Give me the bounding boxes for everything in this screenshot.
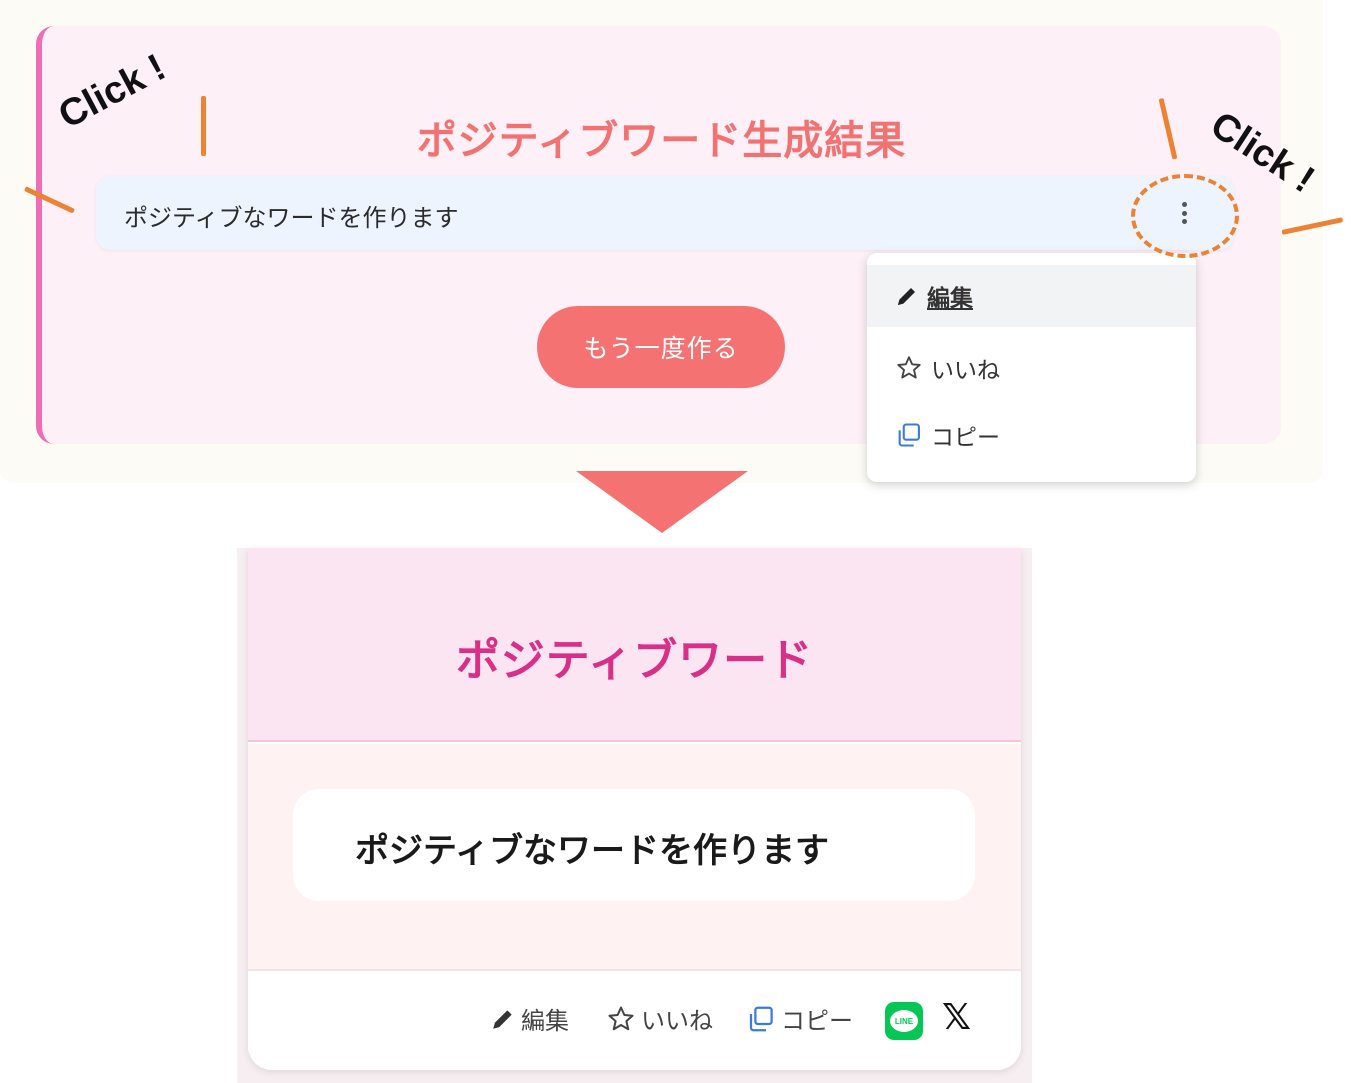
like-label: いいね [641, 1007, 713, 1035]
like-button[interactable]: いいね [606, 1001, 713, 1036]
menu-item-like[interactable]: いいね [867, 337, 1196, 399]
options-menu: 編集 いいね コピー [867, 253, 1196, 482]
copy-button[interactable]: コピー [746, 1001, 853, 1036]
copy-icon [749, 1006, 773, 1031]
menu-item-label: コピー [931, 425, 1000, 451]
share-card: ポジティブワード ポジティブなワードを作ります 編集 いいね コピー LINE … [248, 548, 1021, 1070]
menu-item-label: いいね [931, 358, 1000, 384]
edit-button[interactable]: 編集 [490, 1001, 569, 1036]
menu-item-edit[interactable]: 編集 [867, 265, 1196, 327]
retry-button[interactable]: もう一度作る [537, 306, 785, 388]
share-card-title: ポジティブワード [455, 635, 814, 686]
line-share-icon[interactable]: LINE [885, 1002, 923, 1040]
edit-label: 編集 [521, 1007, 569, 1035]
share-word-text: ポジティブなワードを作ります [355, 831, 829, 871]
share-card-footer: 編集 いいね コピー LINE 𝕏 [248, 973, 1021, 1070]
copy-label: コピー [781, 1007, 853, 1035]
x-share-icon[interactable]: 𝕏 [942, 997, 971, 1038]
line-logo-text: LINE [890, 1010, 918, 1032]
share-card-body: ポジティブなワードを作ります [248, 744, 1021, 971]
share-card-header: ポジティブワード [248, 548, 1021, 742]
menu-item-label: 編集 [927, 286, 973, 312]
star-outline-icon [608, 1006, 634, 1030]
generated-word-text: ポジティブなワードを作ります [124, 204, 459, 232]
share-word-box: ポジティブなワードを作ります [293, 789, 975, 901]
down-arrow [576, 471, 748, 533]
generated-word-row: ポジティブなワードを作ります [96, 176, 1234, 250]
pencil-icon [898, 288, 915, 305]
highlight-circle [1131, 174, 1239, 258]
pencil-icon [493, 1009, 512, 1029]
star-outline-icon [897, 356, 921, 379]
result-title: ポジティブワード生成結果 [416, 118, 907, 164]
annotation-ray [201, 96, 206, 156]
menu-item-copy[interactable]: コピー [867, 404, 1196, 466]
copy-icon [898, 423, 920, 447]
